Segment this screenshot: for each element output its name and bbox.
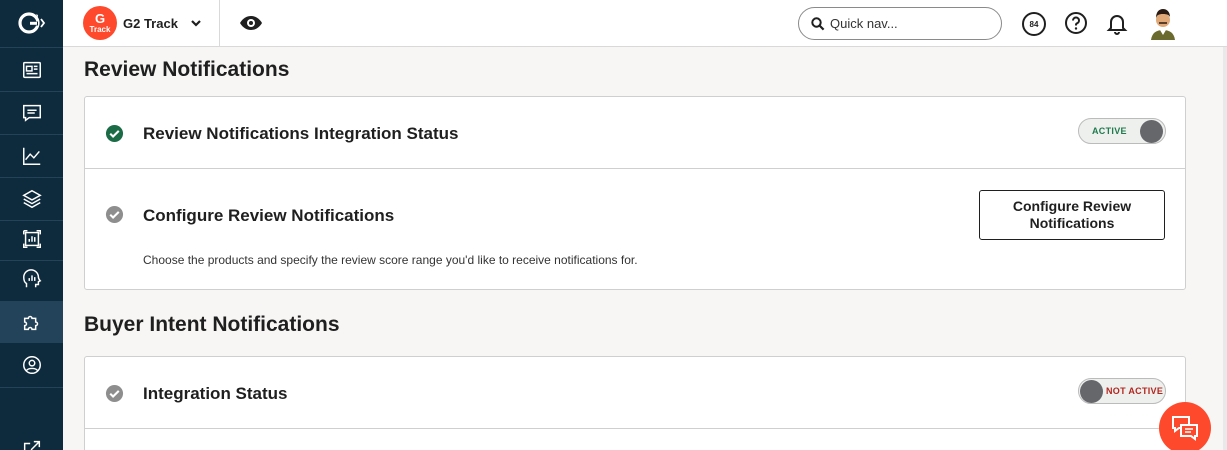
review-notifications-heading: Review Notifications — [84, 58, 290, 81]
sidebar-item-external[interactable] — [0, 428, 63, 450]
sidebar-item-account[interactable] — [0, 344, 63, 386]
search-icon — [811, 16, 825, 30]
g2-track-badge: G Track — [83, 6, 117, 40]
top-header: G Track G2 Track 84 — [63, 0, 1227, 47]
eye-icon[interactable] — [239, 13, 263, 33]
badge-letter: G — [94, 11, 106, 26]
chat-icon — [1172, 416, 1198, 441]
user-circle-icon — [22, 356, 41, 374]
toggle-label: ACTIVE — [1092, 126, 1127, 136]
external-link-icon — [23, 440, 40, 450]
search-input[interactable] — [830, 16, 990, 31]
scrollbar[interactable] — [1223, 47, 1227, 450]
help-icon[interactable] — [1064, 11, 1088, 35]
g2-logo-icon: 2 — [17, 12, 45, 34]
configure-review-row: Configure Review Notifications Choose th… — [85, 169, 1185, 289]
sidebar-item-analytics[interactable] — [0, 135, 63, 177]
sidebar: 2 — [0, 0, 63, 450]
review-integration-toggle[interactable]: ACTIVE — [1078, 118, 1166, 144]
buyer-integration-toggle[interactable]: NOT ACTIVE — [1078, 378, 1166, 404]
check-circle-icon — [105, 205, 124, 224]
puzzle-icon — [23, 315, 38, 331]
sidebar-item-messages[interactable] — [0, 92, 63, 134]
check-circle-icon — [105, 384, 124, 403]
chevron-down-icon — [191, 20, 201, 27]
sidebar-divider — [0, 47, 63, 48]
buyer-intent-heading: Buyer Intent Notifications — [84, 313, 340, 336]
score-badge[interactable]: 84 — [1022, 12, 1046, 36]
check-circle-icon — [105, 124, 124, 143]
buyer-intent-card: Integration Status NOT ACTIVE — [84, 356, 1186, 450]
sidebar-item-reports[interactable] — [0, 218, 63, 260]
sidebar-item-newspaper[interactable] — [0, 49, 63, 91]
line-chart-icon — [22, 147, 40, 165]
chat-button[interactable] — [1159, 402, 1211, 450]
sidebar-divider — [0, 387, 63, 388]
buyer-next-row — [85, 429, 1185, 450]
review-integration-status-title: Review Notifications Integration Status — [143, 124, 459, 143]
sidebar-item-insights[interactable] — [0, 258, 63, 300]
header-divider — [219, 0, 220, 47]
toggle-knob — [1080, 380, 1103, 403]
review-notifications-card: Review Notifications Integration Status … — [84, 96, 1186, 290]
configure-review-button[interactable]: Configure Review Notifications — [979, 190, 1165, 240]
toggle-knob — [1140, 120, 1163, 143]
bell-icon[interactable] — [1105, 11, 1129, 35]
configure-review-description: Choose the products and specify the revi… — [143, 253, 638, 267]
configure-review-title: Configure Review Notifications — [143, 206, 395, 225]
review-integration-status-row: Review Notifications Integration Status … — [85, 97, 1185, 169]
message-icon — [22, 104, 41, 122]
buyer-integration-status-title: Integration Status — [143, 384, 288, 403]
product-name: G2 Track — [123, 15, 178, 31]
g2-logo[interactable]: 2 — [0, 0, 63, 46]
head-chart-icon — [22, 269, 41, 288]
avatar[interactable] — [1148, 6, 1178, 40]
toggle-label: NOT ACTIVE — [1106, 386, 1164, 396]
sidebar-item-layers[interactable] — [0, 178, 63, 220]
newspaper-icon — [22, 61, 41, 79]
sidebar-item-integrations[interactable] — [0, 301, 63, 343]
product-switcher[interactable]: G Track G2 Track — [83, 6, 202, 40]
badge-sub: Track — [89, 25, 111, 34]
layers-icon — [21, 189, 42, 209]
report-frame-icon — [22, 230, 41, 248]
buyer-integration-status-row: Integration Status NOT ACTIVE — [85, 357, 1185, 429]
quick-nav-search[interactable] — [798, 7, 1002, 40]
